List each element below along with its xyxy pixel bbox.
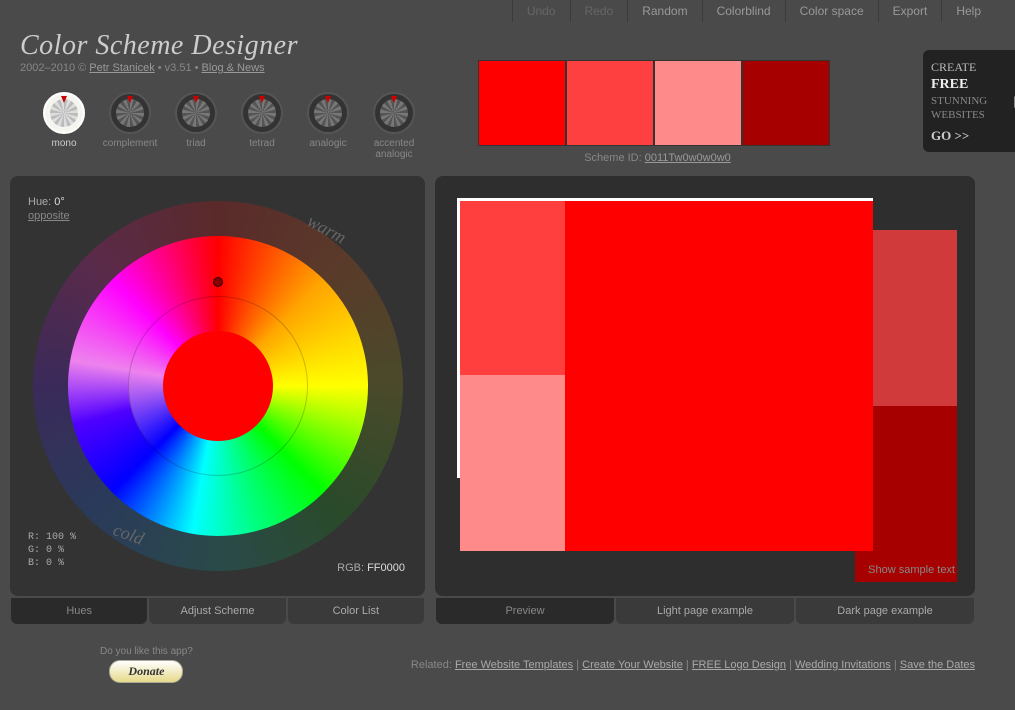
scheme-complement[interactable]: complement: [106, 92, 154, 160]
wheel-hue-marker[interactable]: [213, 277, 223, 287]
scheme-mono[interactable]: mono: [40, 92, 88, 160]
link-create-website[interactable]: Create Your Website: [582, 659, 683, 671]
menu-random[interactable]: Random: [627, 0, 701, 22]
scheme-tetrad[interactable]: tetrad: [238, 92, 286, 160]
menu-undo[interactable]: Undo: [512, 0, 570, 22]
related-links: Related: Free Website Templates | Create…: [411, 659, 975, 671]
tab-preview[interactable]: Preview: [436, 598, 614, 624]
menu-help[interactable]: Help: [941, 0, 995, 22]
link-save-dates[interactable]: Save the Dates: [900, 659, 975, 671]
swatch-1[interactable]: [566, 60, 654, 146]
color-wheel-panel: Hue: 0° opposite warm cold R: 100 % G: 0…: [10, 176, 425, 596]
scheme-accented-analogic[interactable]: accented analogic: [370, 92, 418, 160]
tab-dark-example[interactable]: Dark page example: [796, 598, 974, 624]
app-subtitle: 2002–2010 © Petr Stanicek • v3.51 • Blog…: [20, 62, 420, 74]
tab-light-example[interactable]: Light page example: [616, 598, 794, 624]
scheme-analogic[interactable]: analogic: [304, 92, 352, 160]
preview-tile-b: [565, 201, 873, 551]
link-logo-design[interactable]: FREE Logo Design: [692, 659, 786, 671]
link-wedding[interactable]: Wedding Invitations: [795, 659, 891, 671]
rgb-hex-readout: RGB: FF0000: [337, 562, 405, 574]
tab-color-list[interactable]: Color List: [288, 598, 424, 624]
preview-tile-a: [460, 201, 565, 375]
warm-label: warm: [304, 211, 350, 249]
swatch-3[interactable]: [742, 60, 830, 146]
menu-export[interactable]: Export: [878, 0, 942, 22]
rgb-percent-readout: R: 100 % G: 0 % B: 0 %: [28, 531, 76, 570]
cold-label: cold: [110, 519, 146, 549]
preview-tile-c: [460, 375, 565, 551]
preview-panel: Show sample text: [435, 176, 975, 596]
author-link[interactable]: Petr Stanicek: [89, 62, 154, 74]
app-title: Color Scheme Designer: [20, 30, 420, 62]
link-free-templates[interactable]: Free Website Templates: [455, 659, 573, 671]
left-tabs: Hues Adjust Scheme Color List: [10, 598, 425, 624]
donate-button[interactable]: Donate: [109, 660, 183, 683]
swatch-2[interactable]: [654, 60, 742, 146]
menu-colorblind[interactable]: Colorblind: [702, 0, 785, 22]
wheel-center-swatch: [163, 331, 273, 441]
swatch-0[interactable]: [478, 60, 566, 146]
show-sample-text-link[interactable]: Show sample text: [868, 564, 955, 576]
menu-redo[interactable]: Redo: [570, 0, 628, 22]
color-wheel[interactable]: warm cold: [33, 201, 403, 571]
donate-question: Do you like this app?: [100, 646, 193, 657]
top-menu: Undo Redo Random Colorblind Color space …: [0, 0, 1015, 22]
tab-adjust-scheme[interactable]: Adjust Scheme: [149, 598, 285, 624]
scheme-type-selector: mono complement triad tetrad analogic ac…: [40, 92, 420, 160]
right-tabs: Preview Light page example Dark page exa…: [435, 598, 975, 624]
menu-colorspace[interactable]: Color space: [785, 0, 878, 22]
tab-hues[interactable]: Hues: [11, 598, 147, 624]
scheme-id: Scheme ID: 0011Tw0w0w0w0: [478, 152, 838, 164]
scheme-triad[interactable]: triad: [172, 92, 220, 160]
scheme-swatches: [478, 60, 838, 146]
preview-light-block: [457, 198, 873, 478]
promo-banner[interactable]: CREATE FREE STUNNING WEBSITES GO >>: [923, 50, 1015, 152]
scheme-id-link[interactable]: 0011Tw0w0w0w0: [645, 152, 731, 164]
blog-link[interactable]: Blog & News: [202, 62, 265, 74]
